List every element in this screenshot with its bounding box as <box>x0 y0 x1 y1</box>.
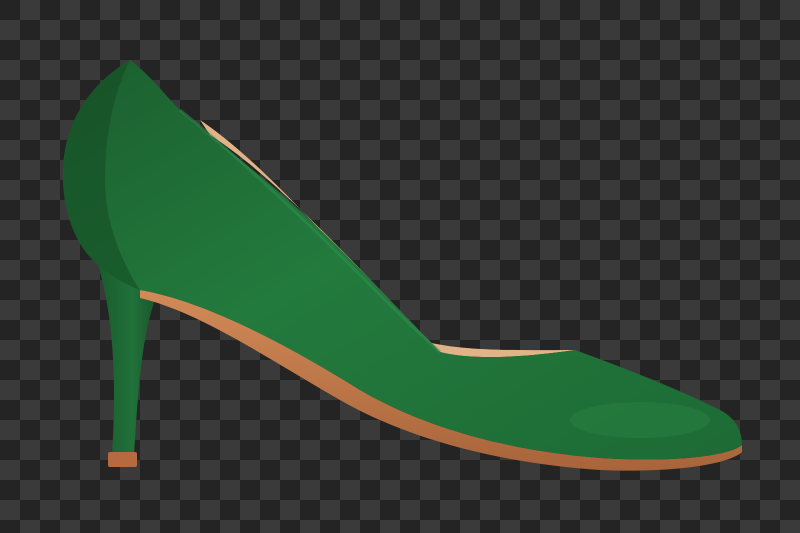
image-canvas <box>0 0 800 533</box>
green-pump-shoe <box>62 60 742 471</box>
heel-tip <box>108 452 137 467</box>
toe-highlight <box>570 402 710 438</box>
shoe-upper <box>62 60 742 460</box>
